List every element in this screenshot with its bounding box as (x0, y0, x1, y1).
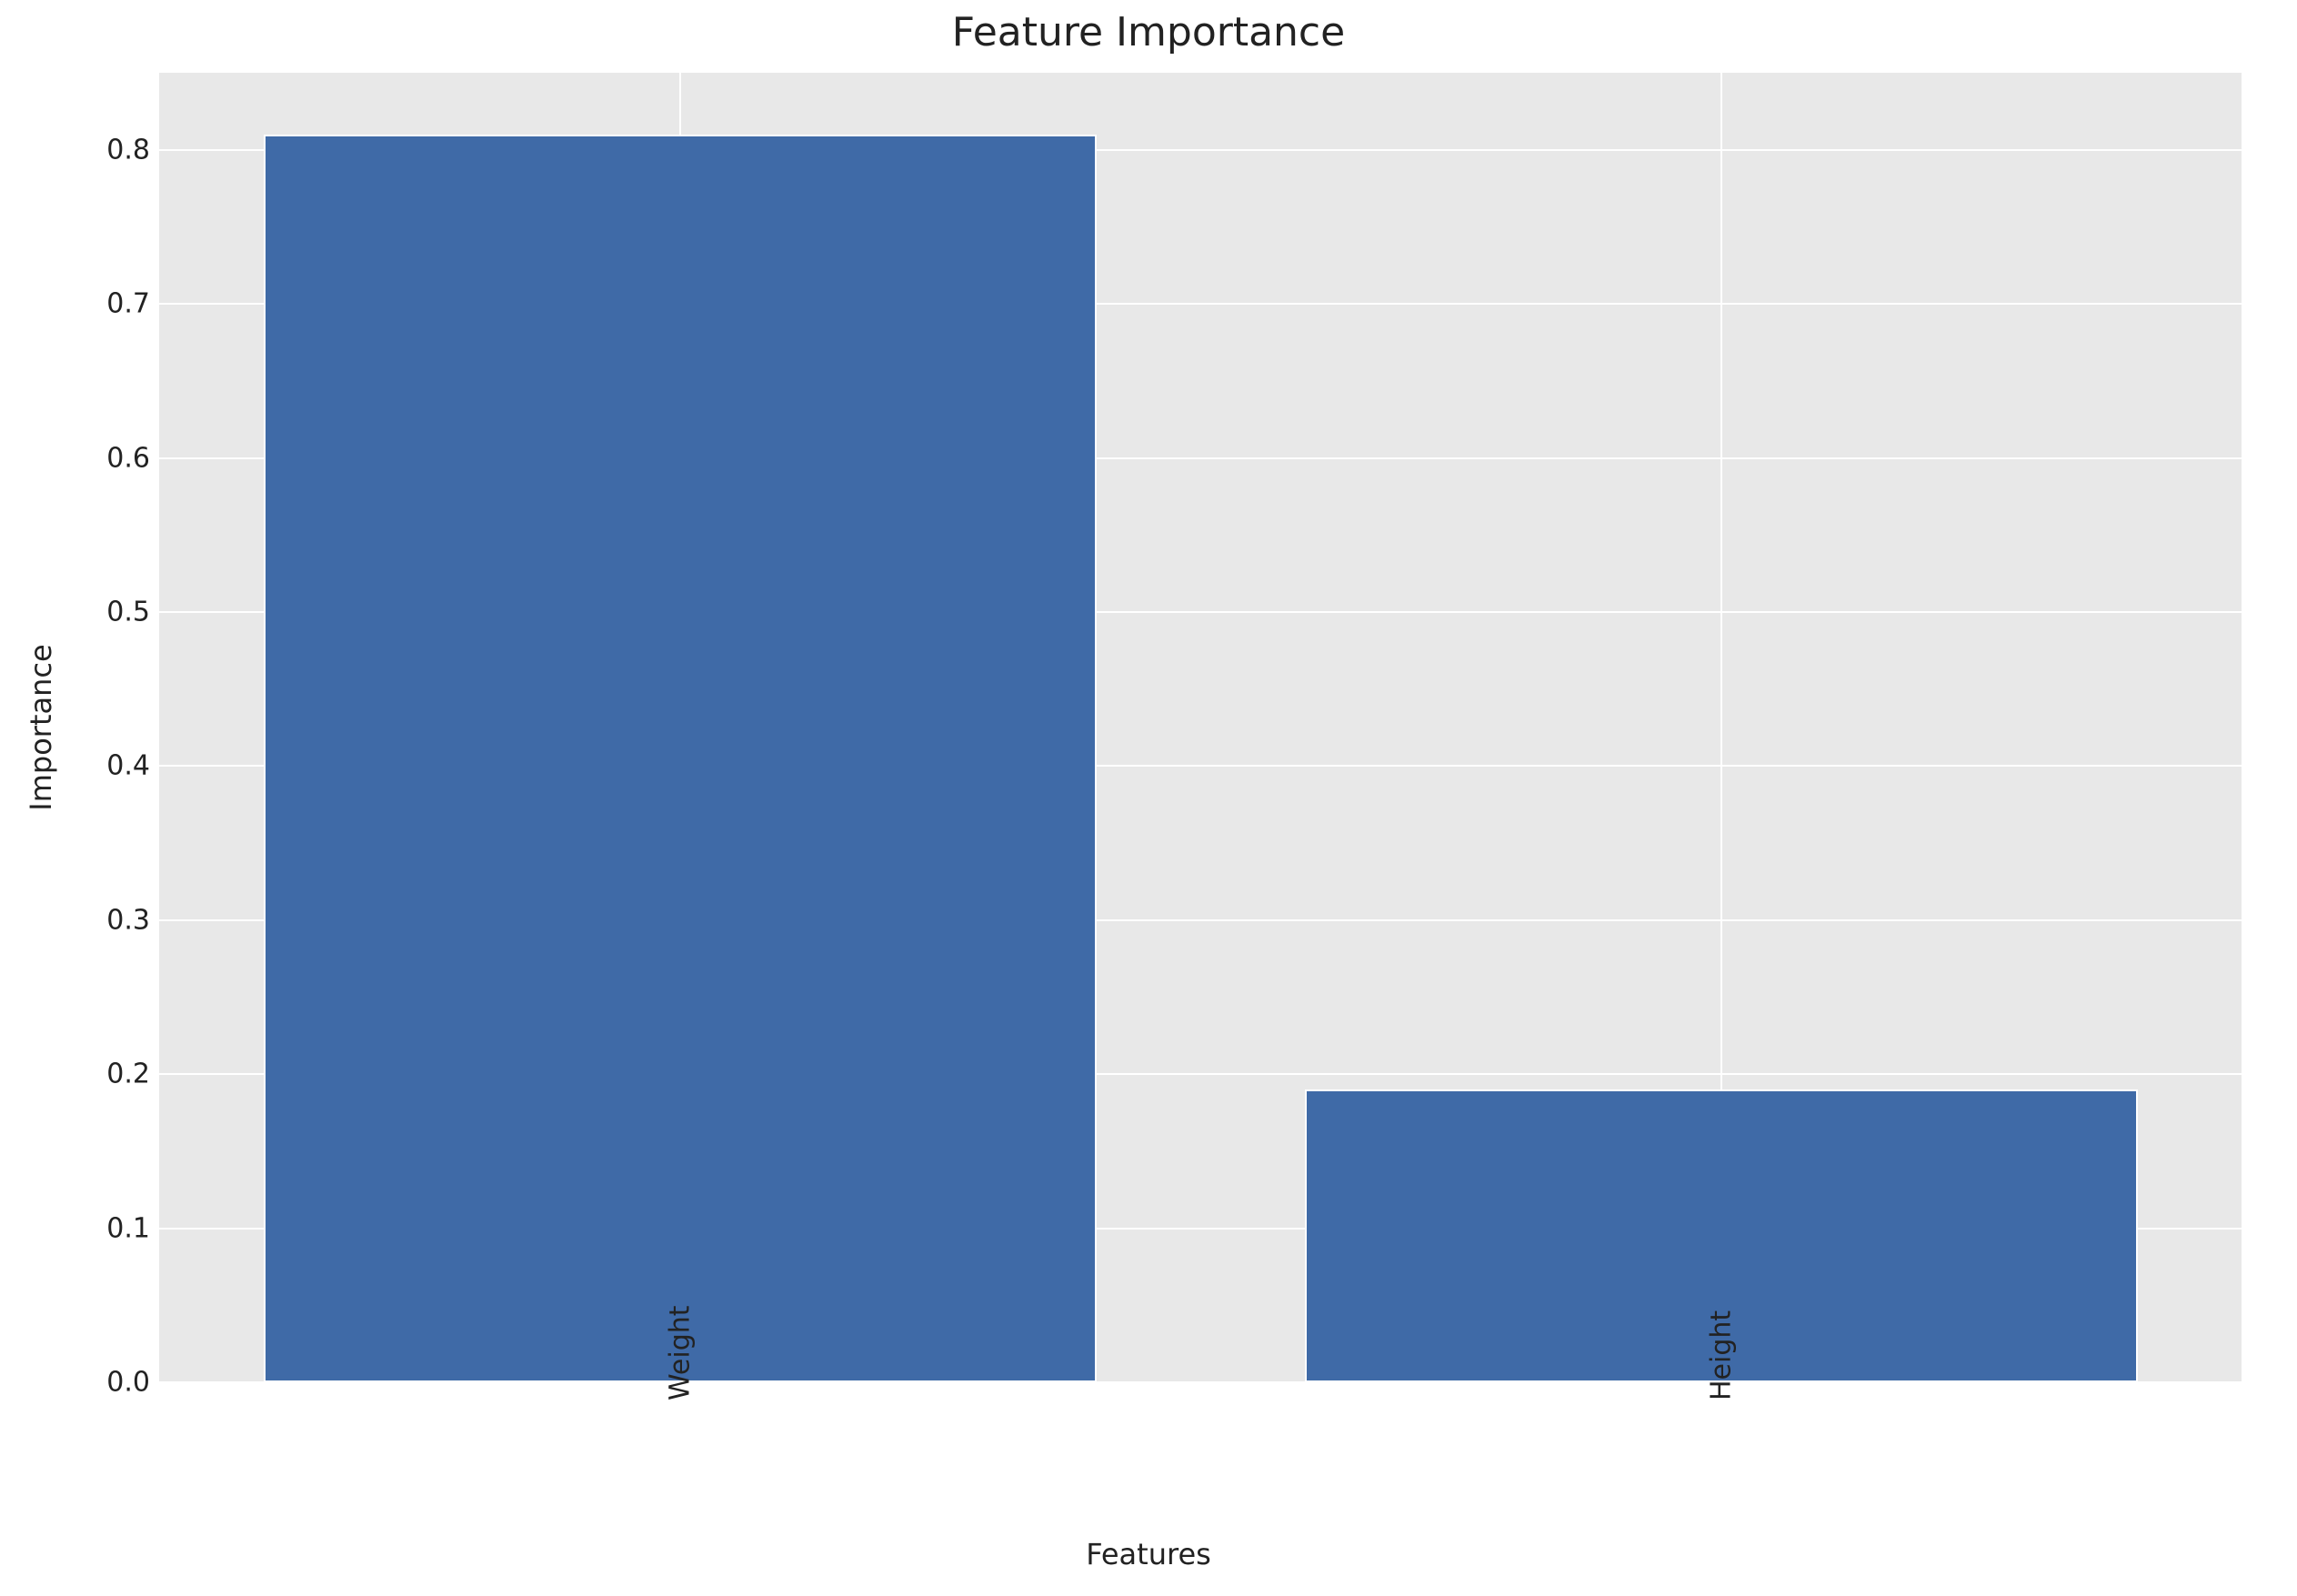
x-tick-label: Weight (664, 1305, 696, 1400)
x-tick-label: Height (1705, 1310, 1737, 1400)
y-tick-label: 0.1 (0, 1212, 150, 1244)
plot-area (159, 73, 2242, 1382)
y-tick-label: 0.4 (0, 750, 150, 782)
y-axis-label: Importance (24, 644, 58, 810)
x-axis-label: Features (0, 1537, 2297, 1571)
y-tick-label: 0.6 (0, 442, 150, 474)
y-tick-label: 0.0 (0, 1367, 150, 1399)
y-tick-label: 0.5 (0, 596, 150, 627)
y-tick-label: 0.2 (0, 1059, 150, 1090)
chart-title: Feature Importance (0, 9, 2297, 55)
y-tick-label: 0.3 (0, 904, 150, 936)
y-tick-label: 0.8 (0, 134, 150, 166)
y-tick-label: 0.7 (0, 288, 150, 320)
chart-figure: Feature Importance 0.0 0.1 0.2 0.3 0.4 0.5 0.6… (0, 0, 2297, 1596)
bar-weight (264, 135, 1097, 1382)
